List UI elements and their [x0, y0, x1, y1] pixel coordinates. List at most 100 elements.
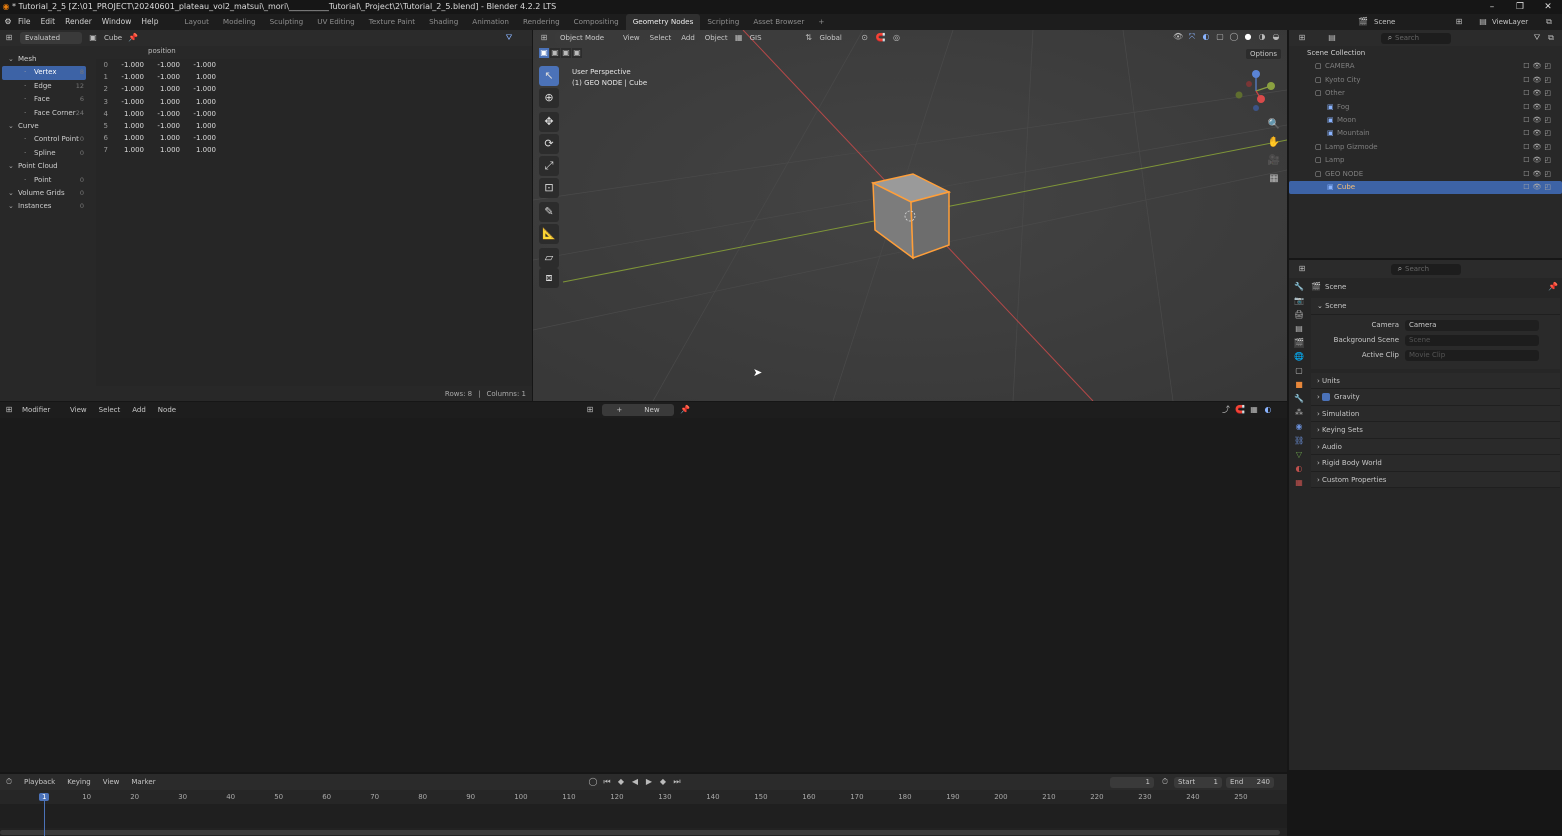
scene-tab-icon[interactable]: 🎬 [1294, 338, 1304, 348]
output-tab-icon[interactable]: 🖨 [1294, 310, 1304, 320]
workspace-tab-geometry-nodes[interactable]: Geometry Nodes [625, 14, 701, 30]
measure-tool[interactable]: 📐 [539, 224, 559, 244]
outliner-item-geo-node[interactable]: ▢ GEO NODE ☐👁◰ [1289, 168, 1562, 181]
end-frame-field[interactable]: End 240 [1226, 776, 1274, 788]
xray-icon[interactable]: ▢ [1215, 32, 1225, 42]
dataset-item-vertex[interactable]: · Vertex 8 [2, 66, 86, 80]
material-shading-icon[interactable]: ◑ [1257, 32, 1267, 42]
gis-menu[interactable]: GIS [750, 34, 762, 42]
modifier-tab-icon[interactable]: 🔧 [1294, 394, 1304, 404]
world-tab-icon[interactable]: 🌐 [1294, 352, 1304, 362]
outliner-item-other[interactable]: ▢ Other ☐👁◰ [1289, 87, 1562, 100]
outliner-item-kyoto-city[interactable]: ▢ Kyoto City ☐👁◰ [1289, 74, 1562, 87]
node-tree-browse-icon[interactable]: ⊞ [585, 405, 595, 415]
timeline-menu-keying[interactable]: Keying [67, 778, 91, 786]
preview-range-icon[interactable]: ⏱ [1160, 777, 1170, 787]
dataset-item-face-corner[interactable]: · Face Corner 24 [2, 107, 86, 120]
solid-shading-icon[interactable]: ● [1243, 32, 1253, 42]
view-layer-tab-icon[interactable]: ▤ [1294, 324, 1304, 334]
proportional-edit-icon[interactable]: ◎ [892, 33, 902, 43]
visibility-toggle-icons[interactable]: ☐👁◰ [1523, 154, 1554, 167]
menu-edit[interactable]: Edit [36, 14, 61, 30]
move-tool[interactable]: ✥ [539, 112, 559, 132]
workspace-tab-compositing[interactable]: Compositing [567, 14, 626, 30]
outliner-item-lamp-gizmode[interactable]: ▢ Lamp Gizmode ☐👁◰ [1289, 141, 1562, 154]
camera-view-icon[interactable]: 🎥 [1267, 154, 1281, 168]
visibility-toggle-icons[interactable]: ☐👁◰ [1523, 168, 1554, 181]
annotate-tool[interactable]: ✎ [539, 202, 559, 222]
timeline-menu-view[interactable]: View [103, 778, 120, 786]
blender-menu-icon[interactable]: ⚙ [3, 17, 13, 27]
zoom-icon[interactable]: 🔍 [1267, 118, 1281, 132]
editor-type-icon[interactable]: ⊞ [539, 33, 549, 43]
jump-end-icon[interactable]: ⏭ [672, 777, 682, 787]
editor-type-icon[interactable]: ⏱ [4, 777, 14, 787]
gizmo-icon[interactable]: ⤧ [1187, 32, 1197, 42]
pin-icon[interactable]: ⊞ [1454, 17, 1464, 27]
editor-type-icon[interactable]: ⊞ [4, 405, 14, 415]
panel-audio[interactable]: › Audio [1311, 438, 1560, 455]
overlay-icon[interactable]: ◐ [1201, 32, 1211, 42]
collection-tab-icon[interactable]: ▢ [1294, 366, 1304, 376]
workspace-tab-animation[interactable]: Animation [465, 14, 516, 30]
visibility-toggle-icons[interactable]: ☐👁◰ [1523, 141, 1554, 154]
data-tab-icon[interactable]: ▽ [1294, 450, 1304, 460]
physics-tab-icon[interactable]: ◉ [1294, 422, 1304, 432]
node-menu-view[interactable]: View [70, 406, 87, 414]
cursor-tool[interactable]: ⊕ [539, 88, 559, 108]
navigation-gizmo[interactable] [1231, 66, 1281, 116]
wireframe-shading-icon[interactable]: ◯ [1229, 32, 1239, 42]
select-new-icon[interactable]: ▣ [539, 48, 549, 58]
display-mode-icon[interactable]: ▤ [1327, 33, 1337, 43]
visibility-toggle-icons[interactable]: ☐👁◰ [1523, 87, 1554, 100]
menu-file[interactable]: File [13, 14, 36, 30]
play-reverse-icon[interactable]: ◀ [630, 777, 640, 787]
viewport-menu-select[interactable]: Select [650, 34, 672, 42]
outliner-search-input[interactable]: ⌕ Search [1381, 32, 1451, 44]
minimize-button[interactable]: – [1478, 0, 1506, 14]
add-workspace-button[interactable]: + [811, 14, 831, 30]
scene-selector[interactable]: Scene [1374, 18, 1454, 26]
filter-icon[interactable]: ⛛ [1532, 33, 1542, 43]
workspace-tab-scripting[interactable]: Scripting [700, 14, 746, 30]
workspace-tab-modeling[interactable]: Modeling [216, 14, 263, 30]
jump-keyframe-back-icon[interactable]: ◆ [616, 777, 626, 787]
panel-simulation[interactable]: › Simulation [1311, 405, 1560, 422]
gravity-checkbox[interactable] [1322, 393, 1331, 401]
timeline-menu-marker[interactable]: Marker [131, 778, 155, 786]
jump-start-icon[interactable]: ⏮ [602, 777, 612, 787]
node-editor[interactable]: ⊞ Modifier View Select Add Node ⊞ + New 📌 ⤴ … [0, 402, 1287, 772]
close-button[interactable]: ✕ [1534, 0, 1562, 14]
workspace-tab-layout[interactable]: Layout [177, 14, 215, 30]
timeline-scrollbar[interactable] [0, 830, 1280, 835]
select-extend-icon[interactable]: ▣ [550, 48, 560, 58]
render-tab-icon[interactable]: 📷 [1294, 296, 1304, 306]
workspace-tab-rendering[interactable]: Rendering [516, 14, 567, 30]
snap-icon[interactable]: 🧲 [876, 33, 886, 43]
panel-rigid-body-world[interactable]: › Rigid Body World [1311, 455, 1560, 472]
dataset-item-control-point[interactable]: · Control Point 0 [2, 133, 86, 146]
visibility-toggle-icons[interactable]: ☐👁◰ [1523, 127, 1554, 140]
dataset-item-volume-grids[interactable]: ⌄ Volume Grids 0 [2, 187, 86, 200]
select-tool[interactable]: ↖ [539, 66, 559, 86]
grid-toggle-icon[interactable]: ▦ [1267, 172, 1281, 186]
view-layer-selector[interactable]: ViewLayer [1492, 18, 1544, 26]
outliner-item-moon[interactable]: ▣ Moon ☐👁◰ [1289, 114, 1562, 127]
parent-node-tree-icon[interactable]: ⤴ [1221, 405, 1231, 415]
particles-tab-icon[interactable]: ⁂ [1294, 408, 1304, 418]
viewport-menu-object[interactable]: Object [705, 34, 728, 42]
active-clip-field[interactable]: Movie Clip [1405, 349, 1539, 361]
options-dropdown[interactable]: Options [1245, 49, 1281, 59]
filter-icon[interactable]: ⛛ [504, 33, 514, 43]
properties-search-input[interactable]: ⌕ Search [1391, 263, 1461, 275]
select-invert-icon[interactable]: ▣ [572, 48, 582, 58]
panel-gravity[interactable]: › Gravity [1311, 389, 1560, 406]
workspace-tab-shading[interactable]: Shading [422, 14, 465, 30]
dataset-item-edge[interactable]: · Edge 12 [2, 80, 86, 93]
orientation-dropdown[interactable]: Global [820, 34, 854, 42]
play-icon[interactable]: ▶ [644, 777, 654, 787]
playhead-line[interactable] [44, 796, 45, 836]
select-subtract-icon[interactable]: ▣ [561, 48, 571, 58]
outliner-item-mountain[interactable]: ▣ Mountain ☐👁◰ [1289, 127, 1562, 140]
pin-icon[interactable]: 📌 [1548, 282, 1558, 292]
